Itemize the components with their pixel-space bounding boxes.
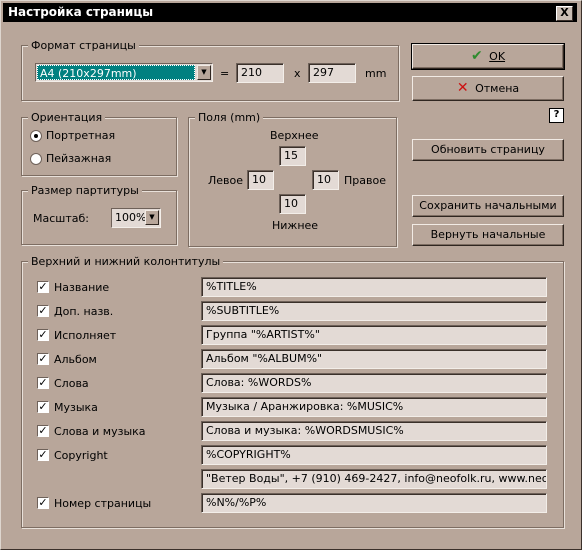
header-row-checkbox[interactable]: ✓ xyxy=(37,497,49,509)
page-width-field[interactable]: 210 xyxy=(236,63,284,83)
ok-button[interactable]: ✔ OK xyxy=(411,43,565,70)
header-row-label[interactable]: Слова и музыка xyxy=(54,425,146,438)
cancel-button[interactable]: ✕ Отмена xyxy=(412,76,564,101)
header-row-label[interactable]: Номер страницы xyxy=(54,497,151,510)
header-row-field[interactable]: %N%/%P% xyxy=(201,493,547,513)
times-sign: x xyxy=(294,67,301,80)
ok-label: OK xyxy=(489,50,506,63)
portrait-label[interactable]: Портретная xyxy=(46,129,115,142)
page-setup-dialog: Настройка страницы X Формат страницы A4 … xyxy=(0,0,582,550)
cancel-label: Отмена xyxy=(475,82,520,95)
right-margin-label: Правое xyxy=(344,174,386,187)
close-icon: ✕ xyxy=(456,80,469,96)
unit-label: mm xyxy=(365,67,387,80)
left-margin-field[interactable]: 10 xyxy=(247,170,274,190)
header-row-label[interactable]: Доп. назв. xyxy=(54,305,113,318)
header-row-label[interactable]: Исполняет xyxy=(54,329,116,342)
headers-footers-group-label: Верхний и нижний колонтитулы xyxy=(28,255,224,268)
header-row-checkbox[interactable]: ✓ xyxy=(37,425,49,437)
landscape-label[interactable]: Пейзажная xyxy=(46,152,111,165)
bottom-margin-field[interactable]: 10 xyxy=(279,194,306,214)
restore-defaults-button[interactable]: Вернуть начальные xyxy=(412,224,564,246)
left-margin-label: Левое xyxy=(208,174,244,187)
header-row-label[interactable]: Музыка xyxy=(54,401,98,414)
bottom-margin-label: Нижнее xyxy=(272,219,319,232)
refresh-page-button[interactable]: Обновить страницу xyxy=(412,139,564,161)
header-row-field[interactable]: Слова и музыка: %WORDSMUSIC% xyxy=(201,421,547,441)
header-row-label[interactable]: Слова xyxy=(54,377,89,390)
header-row-checkbox[interactable]: ✓ xyxy=(37,377,49,389)
window-title: Настройка страницы xyxy=(8,5,154,19)
score-size-group-label: Размер партитуры xyxy=(28,184,142,197)
header-row-field[interactable]: %SUBTITLE% xyxy=(201,301,547,321)
header-row-checkbox[interactable]: ✓ xyxy=(37,353,49,365)
page-format-value: A4 (210x297mm) xyxy=(40,67,137,80)
right-margin-field[interactable]: 10 xyxy=(312,170,339,190)
header-row-field[interactable]: Альбом "%ALBUM%" xyxy=(201,349,547,369)
equals-sign: = xyxy=(220,67,230,80)
header-row-field[interactable]: Группа "%ARTIST%" xyxy=(201,325,547,345)
scale-value: 100% xyxy=(115,211,147,224)
header-row-checkbox[interactable]: ✓ xyxy=(37,401,49,413)
title-bar: Настройка страницы X xyxy=(3,3,577,22)
page-format-select[interactable]: A4 (210x297mm) ▼ xyxy=(35,63,213,82)
header-row-checkbox[interactable]: ✓ xyxy=(37,329,49,341)
scale-select[interactable]: 100% ▼ xyxy=(111,208,161,228)
header-row-checkbox[interactable]: ✓ xyxy=(37,281,49,293)
top-margin-field[interactable]: 15 xyxy=(279,146,306,166)
header-row-label[interactable]: Альбом xyxy=(54,353,97,366)
header-row-checkbox[interactable]: ✓ xyxy=(37,449,49,461)
check-icon: ✔ xyxy=(470,48,483,64)
header-row-field[interactable]: %TITLE% xyxy=(201,277,547,297)
top-margin-label: Верхнее xyxy=(270,129,319,142)
chevron-down-icon[interactable]: ▼ xyxy=(145,210,159,225)
orientation-group xyxy=(21,117,177,176)
help-icon[interactable]: ? xyxy=(549,108,564,123)
page-height-field[interactable]: 297 xyxy=(308,63,356,83)
chevron-down-icon[interactable]: ▼ xyxy=(197,65,211,80)
header-row-label[interactable]: Название xyxy=(54,281,109,294)
header-row-field[interactable]: "Ветер Воды", +7 (910) 469-2427, info@ne… xyxy=(201,469,547,489)
page-format-group-label: Формат страницы xyxy=(28,39,139,52)
scale-label: Масштаб: xyxy=(33,212,89,225)
orientation-group-label: Ориентация xyxy=(28,111,106,124)
save-defaults-button[interactable]: Сохранить начальными xyxy=(412,195,564,217)
header-row-field[interactable]: Слова: %WORDS% xyxy=(201,373,547,393)
help-glyph: ? xyxy=(553,109,560,120)
header-row-field[interactable]: Музыка / Аранжировка: %MUSIC% xyxy=(201,397,547,417)
margins-group-label: Поля (mm) xyxy=(195,111,264,124)
header-row-label[interactable]: Copyright xyxy=(54,449,108,462)
header-row-field[interactable]: %COPYRIGHT% xyxy=(201,445,547,465)
header-row-checkbox[interactable]: ✓ xyxy=(37,305,49,317)
close-button[interactable]: X xyxy=(556,6,573,21)
portrait-radio[interactable] xyxy=(30,130,42,142)
page-format-selected: A4 (210x297mm) xyxy=(37,65,195,80)
landscape-radio[interactable] xyxy=(30,153,42,165)
